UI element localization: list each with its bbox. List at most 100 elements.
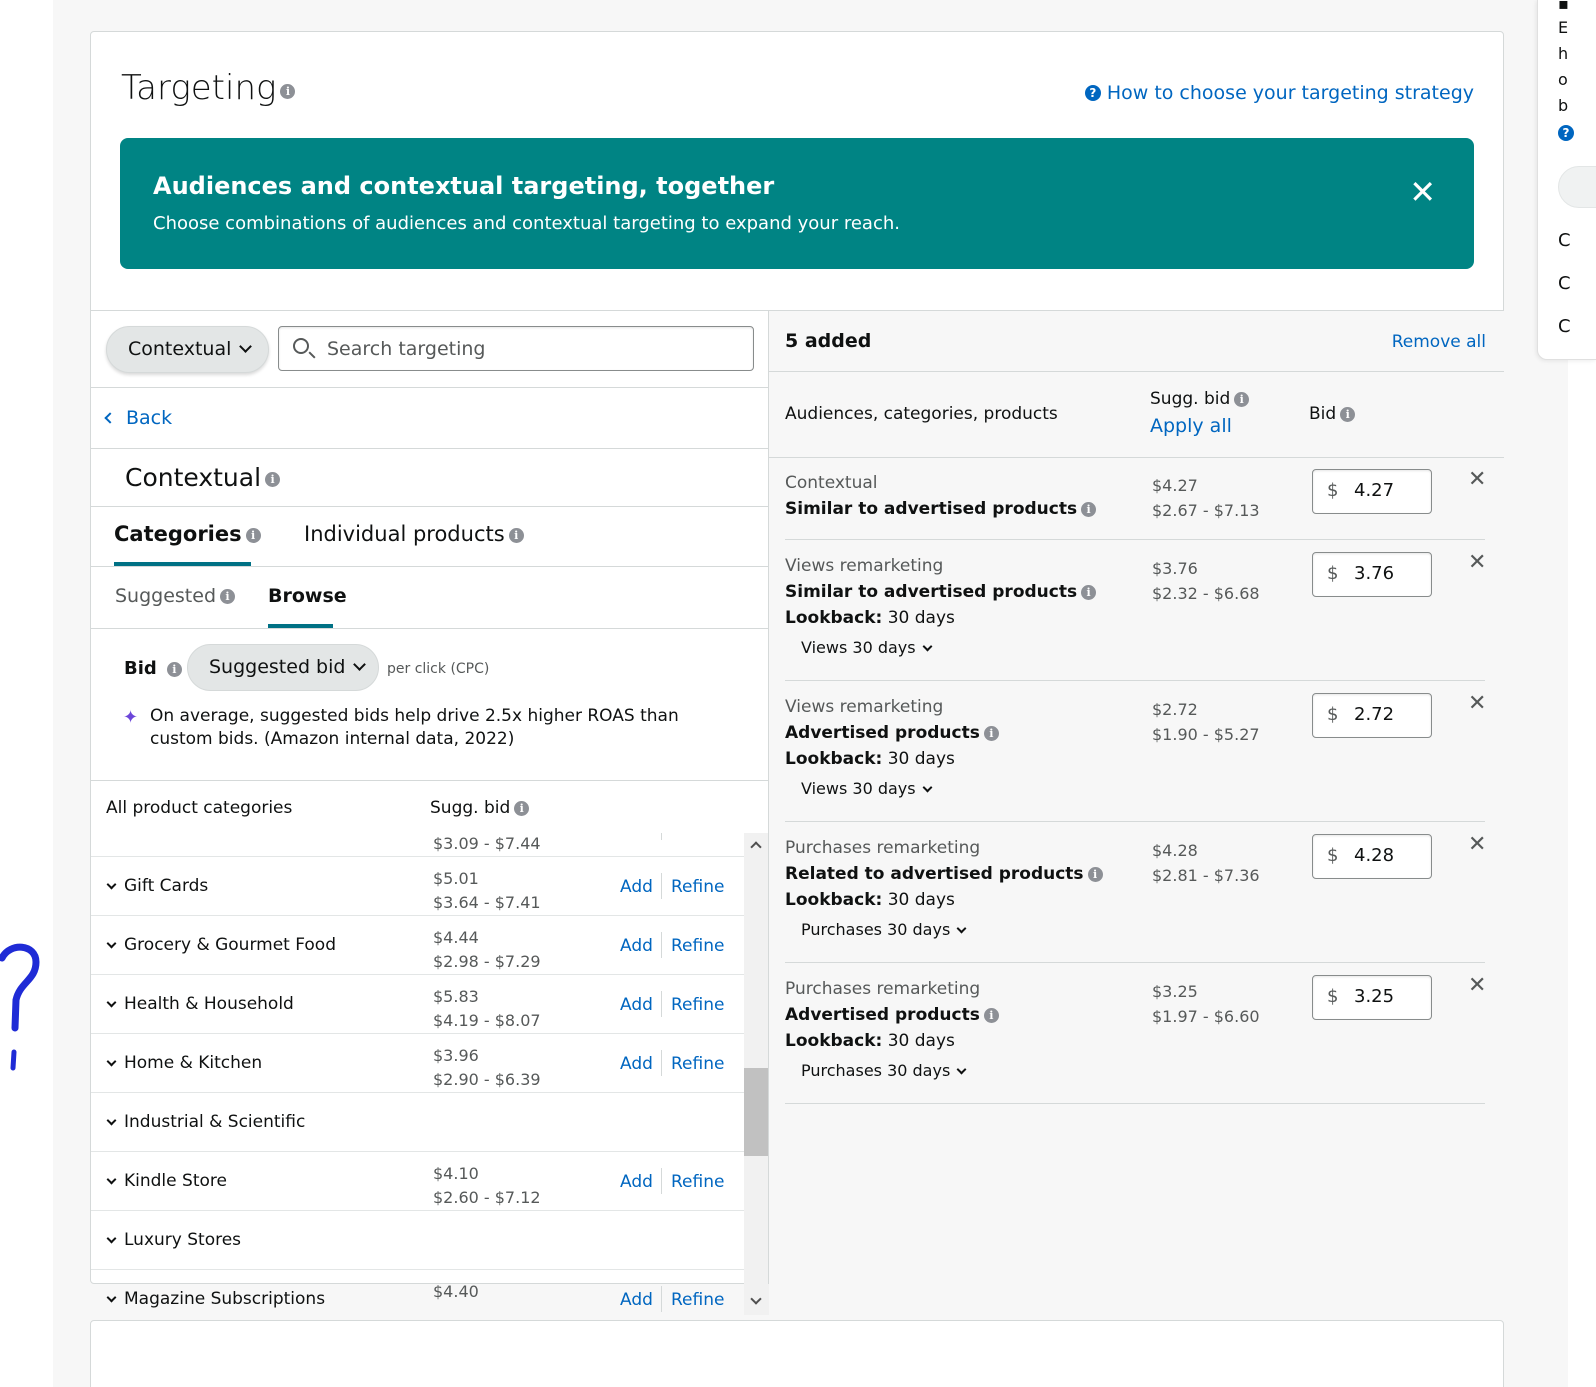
refine-button[interactable]: Refine: [671, 1172, 724, 1192]
info-icon[interactable]: i: [983, 725, 999, 741]
bid-input[interactable]: $4.28: [1312, 834, 1432, 879]
refine-button[interactable]: Refine: [671, 833, 724, 838]
remove-icon[interactable]: ✕: [1468, 973, 1486, 998]
info-icon[interactable]: i: [166, 661, 182, 677]
chevron-down-icon[interactable]: [106, 1174, 117, 1185]
apply-all-link[interactable]: Apply all: [1150, 415, 1232, 437]
lookback-dropdown[interactable]: Purchases 30 days: [801, 920, 967, 939]
info-icon[interactable]: i: [1340, 406, 1356, 422]
added-targets-panel: 5 added Remove all Audiences, categories…: [769, 311, 1504, 1284]
add-button[interactable]: Add: [620, 936, 653, 956]
category-row[interactable]: Grocery & Gourmet Food $4.44 $2.98 - $7.29…: [91, 916, 744, 975]
lookback-label: Lookback:: [785, 1031, 883, 1051]
targeting-type-dropdown[interactable]: Contextual: [106, 326, 269, 373]
info-icon[interactable]: i: [1087, 866, 1103, 882]
per-click-label: per click (CPC): [387, 661, 490, 677]
help-icon[interactable]: ?: [1558, 125, 1574, 141]
category-row[interactable]: Gift Cards $5.01 $3.64 - $7.41 Add Refine: [91, 857, 744, 916]
category-row[interactable]: Industrial & Scientific: [91, 1093, 744, 1152]
refine-button[interactable]: Refine: [671, 877, 724, 897]
remove-icon[interactable]: ✕: [1468, 550, 1486, 575]
back-link[interactable]: Back: [104, 407, 172, 429]
add-button[interactable]: Add: [620, 877, 653, 897]
search-targeting-field[interactable]: [278, 326, 754, 371]
bid-input[interactable]: $3.76: [1312, 552, 1432, 597]
lookback-value: 30 days: [887, 608, 955, 628]
info-icon[interactable]: i: [220, 589, 236, 604]
scroll-up-icon[interactable]: [750, 841, 762, 853]
category-row[interactable]: Luxury Stores: [91, 1211, 744, 1270]
info-icon[interactable]: i: [280, 84, 296, 99]
header-sugg-bid: Sugg. bid i: [1150, 389, 1250, 409]
info-icon[interactable]: i: [1081, 584, 1097, 600]
page-title-text: Targeting: [121, 68, 277, 108]
side-panel-option[interactable]: C: [1558, 230, 1571, 251]
search-input[interactable]: [327, 335, 727, 363]
info-icon[interactable]: i: [514, 800, 530, 816]
chevron-down-icon[interactable]: [106, 879, 117, 890]
remove-icon[interactable]: ✕: [1468, 467, 1486, 492]
category-row[interactable]: Home & Kitchen $3.96 $2.90 - $6.39 Add Refin…: [91, 1034, 744, 1093]
chevron-down-icon[interactable]: [106, 1056, 117, 1067]
chevron-down-icon[interactable]: [106, 1292, 117, 1303]
category-list[interactable]: Electronics$3.09 - $7.44AddRefineGift Ca…: [91, 833, 744, 1315]
add-button[interactable]: Add: [620, 1054, 653, 1074]
bid-settings: Bid i Suggested bid per click (CPC): [124, 644, 764, 692]
add-button[interactable]: Add: [620, 995, 653, 1015]
bid-input[interactable]: $4.27: [1312, 469, 1432, 514]
category-row[interactable]: Magazine Subscriptions $4.40 Add Refine: [91, 1270, 744, 1315]
chevron-down-icon[interactable]: [106, 1233, 117, 1244]
side-panel-button[interactable]: [1558, 166, 1596, 208]
chevron-down-icon[interactable]: [106, 938, 117, 949]
chevron-down-icon[interactable]: [106, 997, 117, 1008]
bid-strategy-dropdown[interactable]: Suggested bid: [187, 644, 379, 691]
info-icon[interactable]: i: [245, 527, 261, 543]
category-name: Industrial & Scientific: [124, 1112, 306, 1132]
info-icon[interactable]: i: [1081, 501, 1097, 517]
refine-button[interactable]: Refine: [671, 936, 724, 956]
info-icon[interactable]: i: [265, 471, 281, 487]
side-panel-option[interactable]: C: [1558, 316, 1571, 337]
target-type: Purchases remarketing: [785, 979, 981, 999]
side-panel-option[interactable]: C: [1558, 273, 1571, 294]
targeting-strategy-help-link[interactable]: ? How to choose your targeting strategy: [1084, 82, 1474, 104]
lookback-dropdown[interactable]: Views 30 days: [801, 638, 933, 657]
side-panel-text-line: E: [1558, 18, 1569, 37]
category-row[interactable]: Kindle Store $4.10 $2.60 - $7.12 Add Refine: [91, 1152, 744, 1211]
remove-all-link[interactable]: Remove all: [1392, 332, 1486, 352]
subtab-browse[interactable]: Browse: [268, 585, 347, 607]
info-icon[interactable]: i: [983, 1007, 999, 1023]
category-row[interactable]: Electronics $3.09 - $7.44 Add Refine: [91, 833, 744, 857]
refine-button[interactable]: Refine: [671, 995, 724, 1015]
refine-button[interactable]: Refine: [671, 1290, 724, 1310]
lookback-dropdown[interactable]: Views 30 days: [801, 779, 933, 798]
add-button[interactable]: Add: [620, 1290, 653, 1310]
added-target-row: Views remarketing Advertised products i Loo…: [785, 681, 1486, 822]
chevron-down-icon[interactable]: [106, 1115, 117, 1126]
info-icon[interactable]: i: [508, 527, 524, 543]
remove-icon[interactable]: ✕: [1468, 832, 1486, 857]
refine-button[interactable]: Refine: [671, 1054, 724, 1074]
banner-title: Audiences and contextual targeting, toge…: [153, 172, 775, 200]
targeting-card: Targeting i ? How to choose your targeting…: [90, 31, 1504, 1315]
add-button[interactable]: Add: [620, 1172, 653, 1192]
lookback-dropdown[interactable]: Purchases 30 days: [801, 1061, 967, 1080]
chevron-down-icon: [239, 340, 253, 353]
info-icon[interactable]: i: [1234, 391, 1250, 407]
remove-icon[interactable]: ✕: [1468, 691, 1486, 716]
bid-input[interactable]: $2.72: [1312, 693, 1432, 738]
sugg-bid-value: $4.40: [433, 1282, 479, 1301]
close-icon[interactable]: ✕: [1409, 176, 1436, 208]
scroll-down-icon[interactable]: [750, 1293, 762, 1305]
lookback: Lookback: 30 days: [785, 1031, 955, 1051]
bid-input[interactable]: $3.25: [1312, 975, 1432, 1020]
scrollbar-thumb[interactable]: [744, 1068, 769, 1156]
target-name: Advertised products i: [785, 1005, 999, 1025]
category-row[interactable]: Health & Household $5.83 $4.19 - $8.07 Add R…: [91, 975, 744, 1034]
category-list-scrollbar[interactable]: [744, 833, 769, 1315]
subtab-suggested[interactable]: Suggested i: [115, 585, 236, 607]
add-button[interactable]: Add: [620, 833, 653, 838]
tab-categories[interactable]: Categories i: [114, 522, 261, 546]
tab-individual-products[interactable]: Individual products i: [304, 522, 524, 546]
target-type: Views remarketing: [785, 556, 944, 576]
